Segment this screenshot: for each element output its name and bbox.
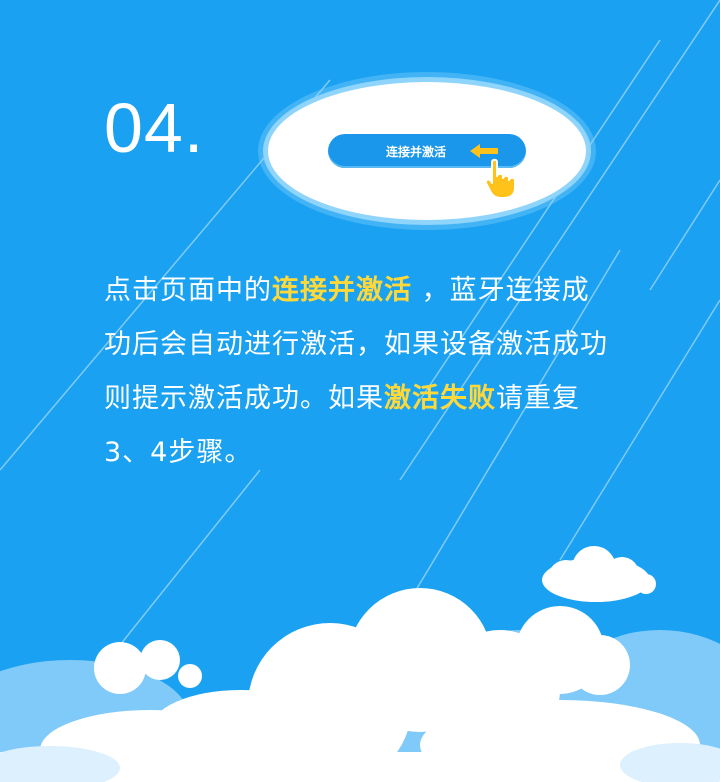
arrow-left-icon [470, 144, 498, 158]
highlight-activation-failed: 激活失败 [384, 383, 496, 414]
instruction-part-1: 点击页面中的 [104, 275, 272, 306]
pointing-hand-icon [484, 158, 516, 199]
front-cloud-layer [0, 588, 720, 782]
instruction-text: 点击页面中的连接并激活 ，蓝牙连接成功后会自动进行激活，如果设备激活成功则提示激… [104, 264, 614, 480]
small-cloud [542, 546, 656, 602]
step-number: 04. [104, 89, 205, 167]
highlight-connect-activate: 连接并激活 [272, 275, 412, 306]
